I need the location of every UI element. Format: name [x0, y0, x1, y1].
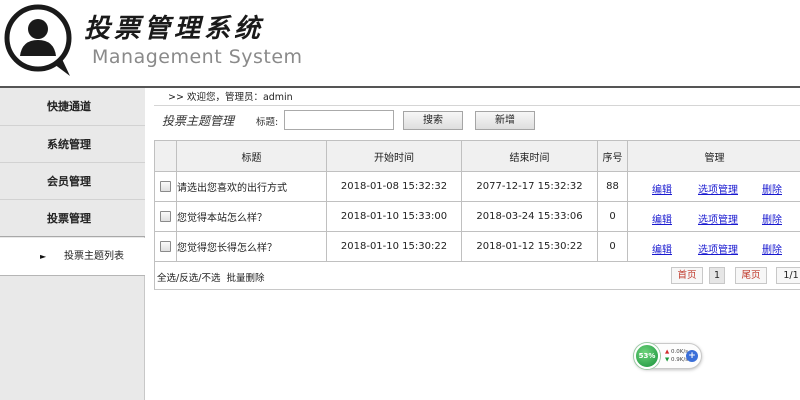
- sidebar-subitem-label: 投票主题列表: [64, 251, 124, 262]
- sidebar-item-members[interactable]: 会员管理: [0, 163, 145, 200]
- vote-topics-table: 标题 开始时间 结束时间 序号 管理 请选出您喜欢的出行方式 2018-01-0…: [154, 140, 800, 262]
- row-end-time: 2018-01-12 15:30:22: [462, 232, 598, 261]
- edit-link[interactable]: 编辑: [652, 211, 672, 226]
- header-start-time: 开始时间: [327, 141, 462, 171]
- table-row: 请选出您喜欢的出行方式 2018-01-08 15:32:32 2077-12-…: [155, 172, 800, 202]
- row-seq: 0: [598, 232, 628, 261]
- row-title: 您觉得本站怎么样？: [177, 202, 327, 231]
- row-title: 请选出您喜欢的出行方式: [177, 172, 327, 201]
- row-start-time: 2018-01-10 15:30:22: [327, 232, 462, 261]
- triangle-right-icon: ►: [40, 252, 47, 261]
- plus-icon[interactable]: +: [686, 350, 698, 362]
- page-number-button[interactable]: 1: [709, 267, 725, 284]
- row-checkbox[interactable]: [160, 241, 171, 252]
- breadcrumb: >> 欢迎您，管理员：admin: [154, 90, 800, 106]
- edit-link[interactable]: 编辑: [652, 181, 672, 196]
- row-actions: 编辑 选项管理 删除: [628, 172, 800, 201]
- invert-selection-link[interactable]: 反选: [179, 273, 198, 284]
- sidebar-subitem-vote-topics[interactable]: ► 投票主题列表: [0, 238, 145, 276]
- net-usage-gauge: 53%: [634, 343, 660, 369]
- table-row: 您觉得本站怎么样？ 2018-01-10 15:33:00 2018-03-24…: [155, 202, 800, 232]
- app-title: 投票管理系统: [84, 14, 265, 44]
- sidebar-item-system[interactable]: 系统管理: [0, 126, 145, 163]
- upload-arrow-icon: ▲: [665, 349, 670, 355]
- row-actions: 编辑 选项管理 删除: [628, 232, 800, 261]
- row-actions: 编辑 选项管理 删除: [628, 202, 800, 231]
- row-end-time: 2018-03-24 15:33:06: [462, 202, 598, 231]
- bulk-actions: 全选/反选/不选 批量删除: [157, 270, 265, 284]
- edit-link[interactable]: 编辑: [652, 241, 672, 256]
- select-all-link[interactable]: 全选: [157, 273, 176, 284]
- deselect-link[interactable]: 不选: [201, 273, 220, 284]
- network-speed-widget[interactable]: 53% ▲ 0.0K/s ▼ 0.9K/s +: [634, 343, 702, 369]
- header-seq: 序号: [598, 141, 628, 171]
- options-link[interactable]: 选项管理: [698, 181, 738, 196]
- section-title: 投票主题管理: [162, 114, 235, 128]
- add-button[interactable]: 新增: [475, 111, 535, 130]
- app-subtitle: Management System: [92, 46, 303, 68]
- table-row: 您觉得您长得怎么样？ 2018-01-10 15:30:22 2018-01-1…: [155, 232, 800, 262]
- sidebar: 快捷通道 系统管理 会员管理 投票管理 ► 投票主题列表: [0, 88, 145, 400]
- user-chat-bubble-logo-icon: [4, 4, 72, 76]
- sidebar-item-votes[interactable]: 投票管理: [0, 200, 145, 237]
- title-search-input[interactable]: [284, 110, 394, 130]
- download-speed: ▼ 0.9K/s: [665, 357, 688, 363]
- row-end-time: 2077-12-17 15:32:32: [462, 172, 598, 201]
- header-manage: 管理: [704, 152, 725, 164]
- options-link[interactable]: 选项管理: [698, 241, 738, 256]
- header-checkbox-cell: [155, 141, 177, 171]
- table-header-row: 标题 开始时间 结束时间 序号 管理: [155, 141, 800, 172]
- toolbar: 投票主题管理 标题: 搜索 新增: [154, 108, 800, 134]
- delete-link[interactable]: 删除: [762, 181, 782, 196]
- download-arrow-icon: ▼: [665, 357, 670, 363]
- last-page-button[interactable]: 尾页: [735, 267, 767, 284]
- row-checkbox-cell: [155, 202, 177, 231]
- delete-link[interactable]: 删除: [762, 211, 782, 226]
- row-checkbox-cell: [155, 232, 177, 261]
- first-page-button[interactable]: 首页: [671, 267, 703, 284]
- batch-delete-link[interactable]: 批量删除: [227, 273, 265, 284]
- row-checkbox[interactable]: [160, 181, 171, 192]
- row-start-time: 2018-01-10 15:33:00: [327, 202, 462, 231]
- header-title: 标题: [177, 141, 327, 171]
- row-seq: 88: [598, 172, 628, 201]
- search-label: 标题:: [256, 117, 279, 128]
- search-button[interactable]: 搜索: [403, 111, 463, 130]
- header-end-time: 结束时间: [462, 141, 598, 171]
- row-seq: 0: [598, 202, 628, 231]
- row-checkbox[interactable]: [160, 211, 171, 222]
- row-start-time: 2018-01-08 15:32:32: [327, 172, 462, 201]
- delete-link[interactable]: 删除: [762, 241, 782, 256]
- options-link[interactable]: 选项管理: [698, 211, 738, 226]
- page-total: 1/1: [776, 267, 800, 284]
- row-checkbox-cell: [155, 172, 177, 201]
- table-footer: 全选/反选/不选 批量删除 首页 1 尾页 1/1: [154, 262, 800, 290]
- app-header: 投票管理系统 Management System: [0, 0, 800, 86]
- sidebar-item-shortcuts[interactable]: 快捷通道: [0, 88, 145, 126]
- upload-speed: ▲ 0.0K/s: [665, 349, 688, 355]
- row-title: 您觉得您长得怎么样？: [177, 232, 327, 261]
